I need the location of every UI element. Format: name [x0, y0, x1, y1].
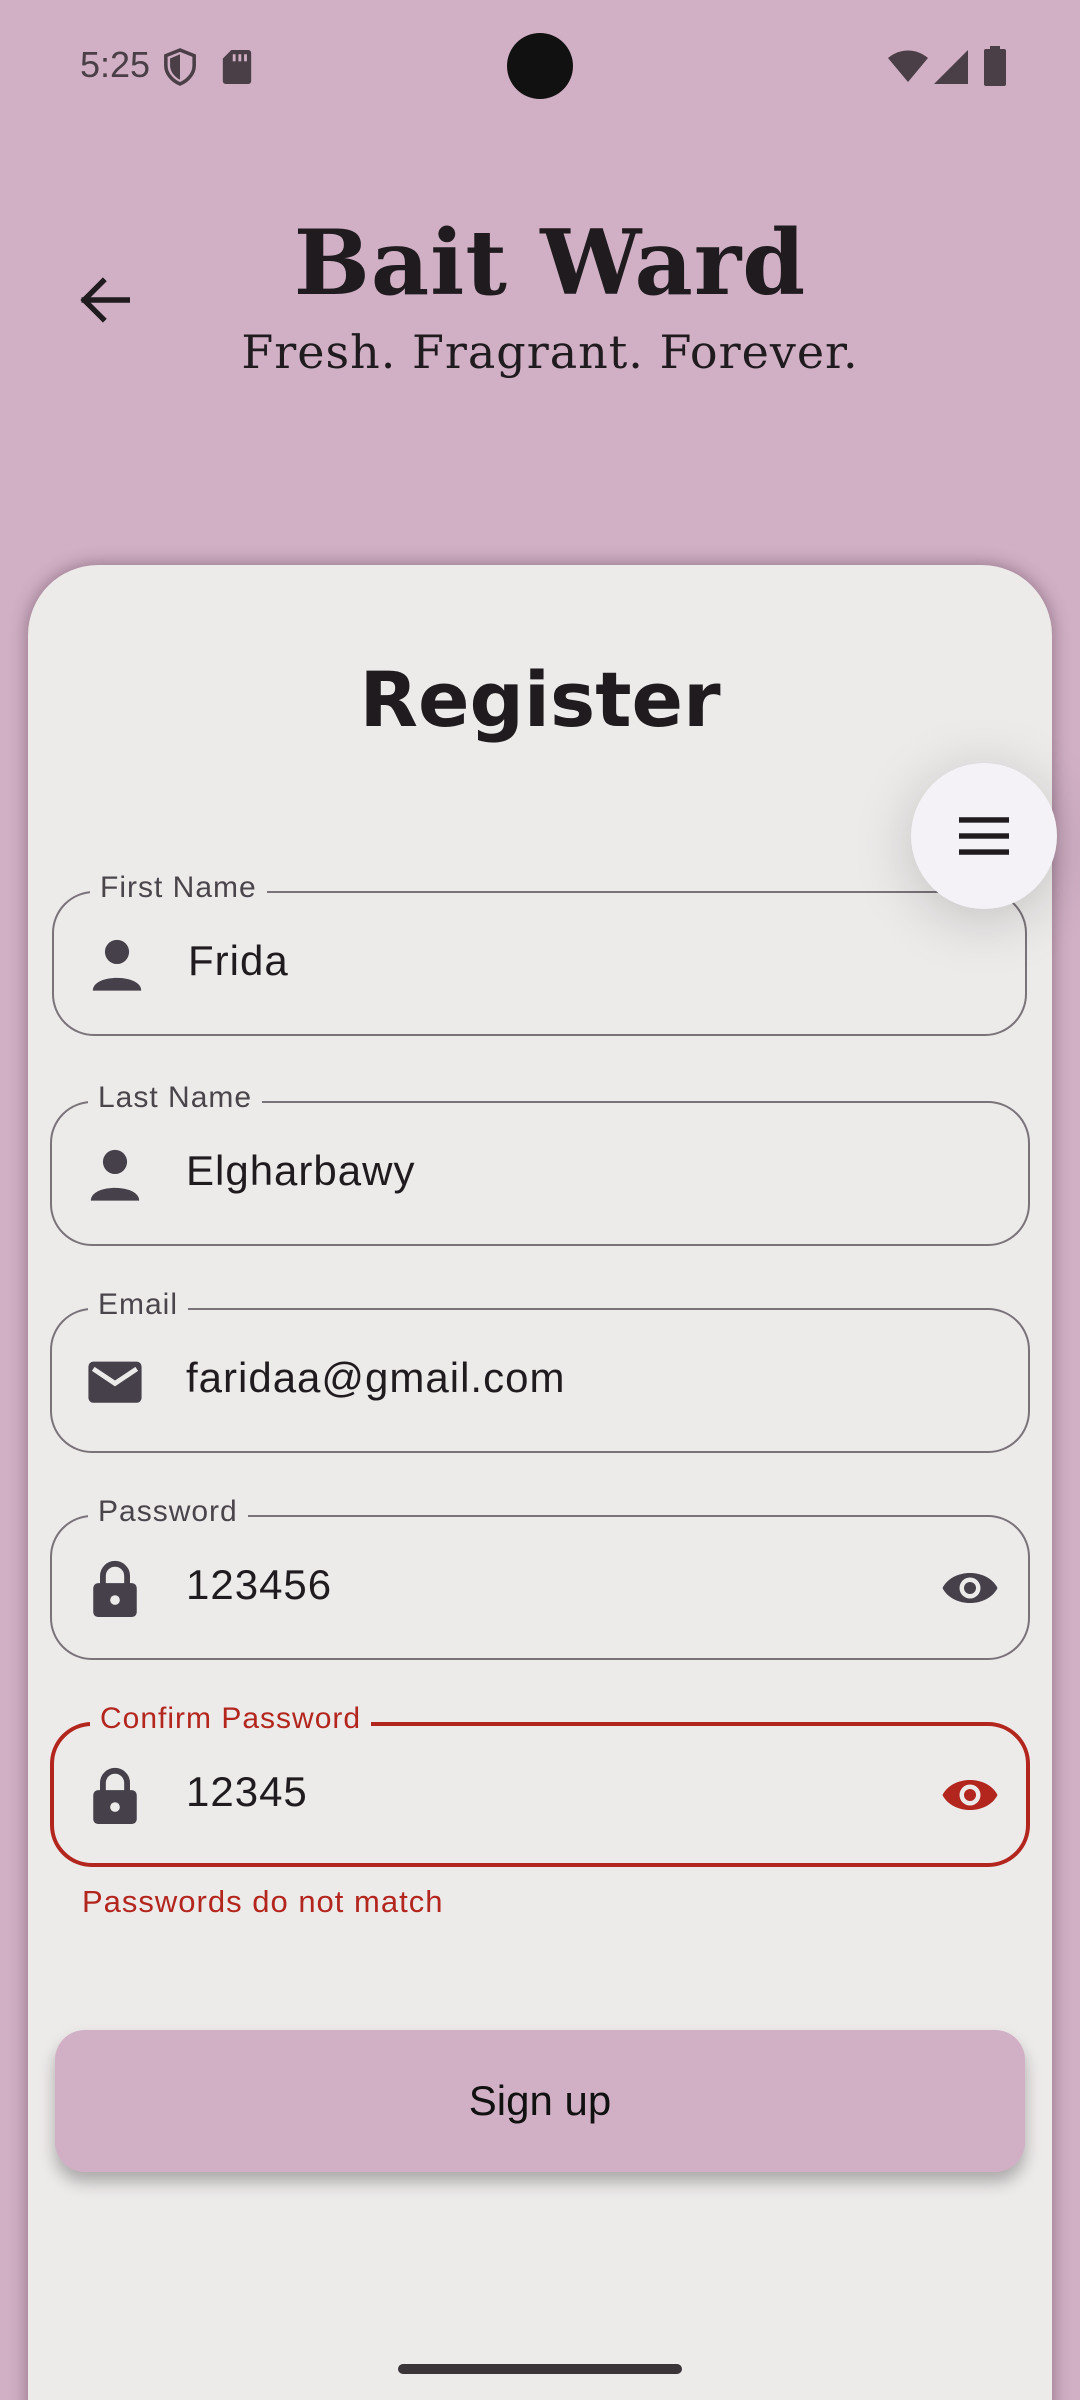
sd-card-icon	[222, 50, 252, 84]
signal-icon	[934, 50, 968, 84]
email-field[interactable]: Email faridaa@gmail.com	[50, 1288, 1030, 1453]
sign-up-button[interactable]: Sign up	[55, 2030, 1025, 2172]
shield-icon	[164, 48, 196, 86]
confirm-password-label: Confirm Password	[90, 1702, 372, 1736]
brand-subtitle: Fresh. Fragrant. Forever.	[241, 325, 859, 379]
confirm-password-field[interactable]: Confirm Password 12345	[50, 1702, 1030, 1867]
password-error-message: Passwords do not match	[82, 1884, 444, 1919]
status-time: 5:25	[80, 44, 151, 85]
battery-icon	[984, 46, 1006, 86]
first-name-label: First Name	[90, 871, 267, 905]
person-icon	[90, 1149, 140, 1201]
menu-button[interactable]	[911, 763, 1057, 909]
password-input[interactable]: 123456	[186, 1561, 332, 1609]
last-name-label: Last Name	[88, 1081, 263, 1115]
password-field[interactable]: Password 123456	[50, 1495, 1030, 1660]
brand-title: Bait Ward	[293, 210, 807, 316]
password-label: Password	[88, 1495, 248, 1529]
last-name-input[interactable]: Elgharbawy	[186, 1147, 415, 1195]
eye-icon[interactable]	[940, 1563, 1000, 1613]
email-label: Email	[88, 1288, 189, 1322]
first-name-input[interactable]: Frida	[188, 937, 289, 985]
last-name-field[interactable]: Last Name Elgharbawy	[50, 1081, 1030, 1246]
mail-icon	[88, 1361, 142, 1403]
lock-icon	[93, 1560, 137, 1617]
menu-icon	[959, 817, 1009, 855]
email-input[interactable]: faridaa@gmail.com	[186, 1354, 565, 1402]
home-indicator[interactable]	[398, 2364, 682, 2374]
first-name-field[interactable]: First Name Frida	[52, 871, 1027, 1036]
page-title: Register	[359, 655, 721, 744]
person-icon	[92, 939, 142, 991]
lock-icon	[93, 1767, 137, 1824]
confirm-password-input[interactable]: 12345	[186, 1768, 308, 1816]
front-camera	[507, 33, 573, 99]
eye-icon[interactable]	[940, 1770, 1000, 1820]
wifi-icon	[888, 50, 928, 82]
register-screen: 5:25 Bait Ward Fresh. Fragrant. Forever.…	[0, 0, 1080, 2400]
